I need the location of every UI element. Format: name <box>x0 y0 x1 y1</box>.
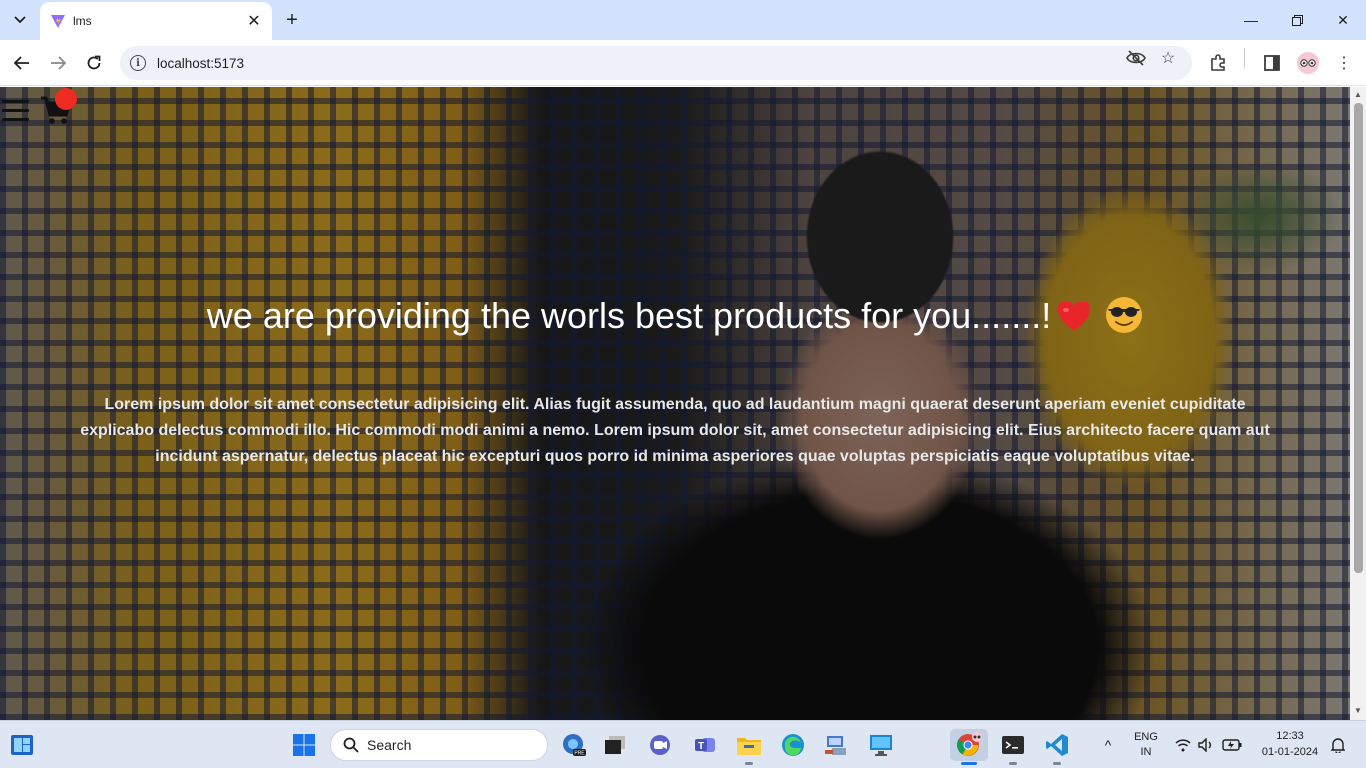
arrow-left-icon <box>14 56 29 70</box>
url-text: localhost:5173 <box>157 55 245 71</box>
battery-icon[interactable] <box>1219 729 1245 761</box>
hero-headline-text: we are providing the worls best products… <box>206 295 1052 336</box>
vite-logo-icon <box>51 15 65 28</box>
close-window-button[interactable]: ✕ <box>1320 0 1366 40</box>
running-indicator <box>1053 762 1061 765</box>
tab-search-button[interactable] <box>6 6 34 34</box>
reload-button[interactable] <box>80 49 108 77</box>
edge-browser-icon[interactable] <box>777 729 809 761</box>
site-info-icon[interactable]: i <box>130 55 146 71</box>
sunglasses-face-icon <box>1106 297 1143 333</box>
meet-chat-icon[interactable] <box>644 729 676 761</box>
back-button[interactable] <box>8 49 36 77</box>
side-panel-icon[interactable] <box>1259 50 1285 76</box>
hero-headline: we are providing the worls best products… <box>0 295 1350 337</box>
edge-preview-icon[interactable]: PRE <box>558 729 590 761</box>
remote-desktop-icon[interactable] <box>865 729 897 761</box>
browser-tabstrip: lms ✕ + — ✕ <box>0 0 1366 40</box>
hero-description: Lorem ipsum dolor sit amet consectetur a… <box>80 396 1270 465</box>
active-app-indicator <box>961 762 977 765</box>
widgets-icon[interactable] <box>6 729 38 761</box>
taskbar-search[interactable]: Search <box>330 729 548 761</box>
terminal-icon[interactable] <box>997 729 1029 761</box>
clock-time[interactable]: 12:33 <box>1252 730 1328 742</box>
page-viewport: we are providing the worls best products… <box>0 87 1350 720</box>
file-explorer-icon[interactable] <box>733 729 765 761</box>
scroll-down-arrow-icon[interactable]: ▼ <box>1353 706 1363 716</box>
running-indicator <box>745 762 753 765</box>
forward-button[interactable] <box>44 49 72 77</box>
windows-taskbar: Search PRE T ^ ENG IN 12:33 01-01-2024 <box>0 720 1366 768</box>
new-tab-button[interactable]: + <box>280 8 304 32</box>
red-heart-icon <box>1058 302 1091 331</box>
restore-button[interactable] <box>1274 0 1320 40</box>
address-bar[interactable]: i localhost:5173 <box>120 46 1192 80</box>
input-region[interactable]: IN <box>1130 746 1162 758</box>
chrome-taskbar-icon[interactable] <box>950 729 988 761</box>
close-tab-icon[interactable]: ✕ <box>244 11 264 31</box>
reload-icon <box>87 55 101 70</box>
search-icon <box>343 737 359 753</box>
restore-icon <box>1291 14 1303 26</box>
page-scrollbar[interactable]: ▲ ▼ <box>1350 87 1366 720</box>
svg-text:PRE: PRE <box>574 751 585 757</box>
browser-toolbar: i localhost:5173 ☆ ⋮ <box>0 40 1366 86</box>
toolbar-divider <box>1244 48 1245 68</box>
bookmark-star-icon[interactable]: ☆ <box>1158 48 1178 68</box>
input-language[interactable]: ENG <box>1130 731 1162 743</box>
wifi-icon[interactable] <box>1172 729 1194 761</box>
clock-date[interactable]: 01-01-2024 <box>1252 746 1328 758</box>
scrollbar-thumb[interactable] <box>1354 103 1363 573</box>
cart-badge <box>55 88 77 110</box>
hamburger-menu-icon[interactable] <box>2 100 29 121</box>
chevron-up-icon[interactable]: ^ <box>1098 737 1118 753</box>
more-menu-icon[interactable]: ⋮ <box>1331 50 1357 76</box>
volume-icon[interactable] <box>1195 729 1217 761</box>
vscode-icon[interactable] <box>1041 729 1073 761</box>
chevron-down-icon <box>14 16 26 24</box>
task-view-icon[interactable] <box>599 729 631 761</box>
browser-tab[interactable]: lms ✕ <box>40 2 272 40</box>
arrow-right-icon <box>51 56 66 70</box>
taskbar-search-label: Search <box>367 737 412 753</box>
teams-icon[interactable]: T <box>689 729 721 761</box>
extensions-icon[interactable] <box>1205 50 1231 76</box>
start-button-icon[interactable] <box>288 729 320 761</box>
svg-text:T: T <box>698 741 704 752</box>
scroll-up-arrow-icon[interactable]: ▲ <box>1353 90 1363 100</box>
minimize-button[interactable]: — <box>1228 0 1274 40</box>
network-app-icon[interactable] <box>820 729 852 761</box>
notification-bell-icon[interactable] <box>1326 729 1350 761</box>
tab-title: lms <box>73 14 92 28</box>
running-indicator <box>1009 762 1017 765</box>
eye-off-icon[interactable] <box>1126 48 1146 68</box>
profile-avatar-icon[interactable] <box>1297 52 1319 74</box>
